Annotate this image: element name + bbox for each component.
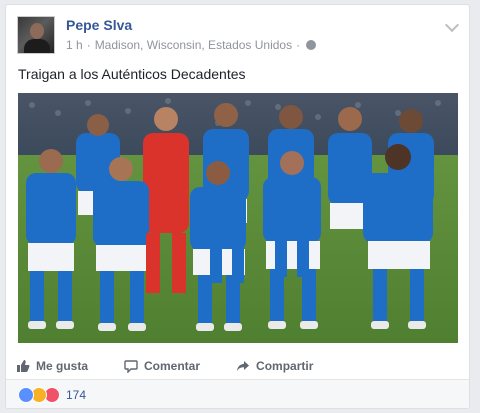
reactions-bar[interactable]: 174 bbox=[6, 379, 469, 408]
share-button[interactable]: Compartir bbox=[236, 359, 313, 373]
thumbs-up-icon bbox=[17, 360, 30, 372]
globe-icon[interactable] bbox=[306, 40, 317, 50]
like-icon bbox=[18, 387, 34, 403]
like-label: Me gusta bbox=[36, 359, 89, 373]
comment-icon bbox=[124, 360, 138, 373]
comment-button[interactable]: Comentar bbox=[124, 359, 200, 373]
share-icon bbox=[237, 361, 250, 371]
meta-separator: · bbox=[86, 38, 91, 52]
like-button[interactable]: Me gusta bbox=[16, 359, 88, 373]
meta-separator: · bbox=[296, 38, 301, 52]
team-photo-illustration bbox=[18, 93, 458, 343]
post-location[interactable]: Madison, Wisconsin, Estados Unidos bbox=[95, 38, 292, 52]
reaction-count[interactable]: 174 bbox=[66, 388, 86, 402]
post-header: Pepe Slva 1 h · Madison, Wisconsin, Esta… bbox=[17, 16, 460, 56]
post-time[interactable]: 1 h bbox=[66, 38, 83, 52]
post-meta: 1 h · Madison, Wisconsin, Estados Unidos… bbox=[66, 38, 317, 52]
post-text: Traigan a los Auténticos Decadentes bbox=[18, 66, 246, 82]
chevron-down-icon[interactable] bbox=[444, 17, 460, 33]
post-card: Pepe Slva 1 h · Madison, Wisconsin, Esta… bbox=[5, 4, 470, 409]
share-label: Compartir bbox=[256, 359, 314, 373]
author-avatar[interactable] bbox=[17, 16, 55, 54]
author-name[interactable]: Pepe Slva bbox=[66, 17, 132, 33]
comment-label: Comentar bbox=[144, 359, 201, 373]
post-actions: Me gusta Comentar Compartir bbox=[16, 354, 456, 378]
post-photo[interactable] bbox=[18, 93, 458, 343]
